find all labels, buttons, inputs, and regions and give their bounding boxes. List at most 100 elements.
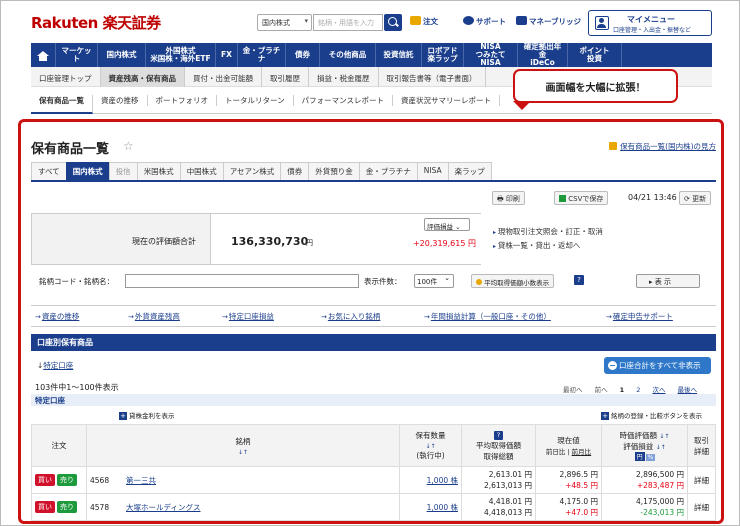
tab-7[interactable]: 外貨預り金	[308, 162, 360, 180]
link-favorites[interactable]: お気に入り銘柄	[321, 311, 381, 322]
link-specific-pl[interactable]: 特定口座損益	[222, 311, 274, 322]
gnav-item-5[interactable]: 債券	[286, 43, 320, 67]
buy-button[interactable]: 買い	[35, 501, 55, 513]
subnav2-item-3[interactable]: トータルリターン	[217, 95, 294, 106]
gnav-item-3[interactable]: FX	[216, 43, 238, 67]
subnav-item-0[interactable]: 口座管理トップ	[31, 67, 101, 87]
question-icon[interactable]: ?	[574, 275, 584, 285]
search-input[interactable]: 銘柄・用語を入力	[313, 14, 383, 31]
gnav-item-4[interactable]: 金・プラチナ	[238, 43, 286, 67]
tree-link[interactable]: 特定口座	[43, 361, 73, 370]
link-annual-pl[interactable]: 年間損益計算（一般口座・その他）	[424, 311, 551, 322]
home-icon[interactable]	[31, 43, 56, 67]
sort-icon[interactable]: ↓↑	[659, 433, 669, 440]
tab-3[interactable]: 米国株式	[136, 162, 181, 180]
help-link[interactable]: 保有商品一覧(国内株)の見方	[609, 141, 716, 152]
pager-prev[interactable]: 前へ	[595, 386, 608, 394]
subnav-item-4[interactable]: 損益・税金履歴	[309, 67, 379, 87]
col-name[interactable]: 銘柄 ↓↑	[86, 424, 400, 467]
order-inquiry-link[interactable]: 現物取引注文照会・訂正・取消	[493, 225, 603, 239]
pager-last[interactable]: 最後へ	[678, 386, 698, 394]
subnav-item-3[interactable]: 取引履歴	[262, 67, 309, 87]
gnav-item-1[interactable]: 国内株式	[98, 43, 146, 67]
compare-toggle[interactable]: 銘柄の登録・比較ボタンを表示	[601, 410, 702, 420]
tab-10[interactable]: 楽ラップ	[447, 162, 492, 180]
col-qty[interactable]: 保有数量 ↓↑ (執行中)	[399, 424, 462, 467]
gnav-item-11[interactable]: ポイント 投資	[568, 43, 622, 67]
pager-first[interactable]: 最初へ	[563, 386, 583, 394]
csv-button[interactable]: CSVで保存	[554, 191, 609, 205]
link-tax-support[interactable]: 確定申告サポート	[606, 311, 673, 322]
sell-button[interactable]: 売り	[57, 474, 77, 486]
col-value[interactable]: 時価評価額 ↓↑ 評価損益 ↓↑ 円%	[601, 424, 688, 467]
gnav-item-9[interactable]: NISA つみたてNISA	[464, 42, 518, 67]
rakuten-logo[interactable]: Rakuten 楽天証券	[31, 12, 161, 33]
subnav-item-1[interactable]: 資産残高・保有商品	[100, 67, 185, 87]
tab-1[interactable]: 国内株式	[65, 162, 110, 180]
pager-page-2[interactable]: 2	[636, 386, 640, 394]
col-avg[interactable]: ? 平均取得価額 取得総額	[461, 424, 536, 467]
gnav-item-6[interactable]: その他商品	[320, 43, 376, 67]
subnav2-item-2[interactable]: ポートフォリオ	[148, 95, 217, 106]
gnav-item-7[interactable]: 投資信託	[376, 43, 422, 67]
stock-name[interactable]: 第一三共	[126, 476, 156, 485]
show-button[interactable]: ▸ 表 示	[636, 274, 700, 288]
pl-select[interactable]: 評価損益 ⌄	[424, 218, 470, 231]
subnav-item-2[interactable]: 買付・出金可能額	[185, 67, 262, 87]
yen-toggle[interactable]: 円	[634, 452, 645, 461]
col-price[interactable]: 現在値 前日比 | 前月比	[535, 424, 602, 467]
tab-4[interactable]: 中国株式	[179, 162, 224, 180]
pct-toggle[interactable]: %	[645, 454, 656, 461]
link-foreign-assets[interactable]: 外貨資産残高	[128, 311, 180, 322]
subnav2-item-1[interactable]: 資産の推移	[93, 95, 148, 106]
search-icon[interactable]	[384, 14, 402, 31]
market-select[interactable]: 国内株式	[257, 14, 312, 31]
tab-2[interactable]: 投信	[108, 162, 138, 180]
sort-icon[interactable]: ↓↑	[238, 449, 248, 456]
subnav2-item-5[interactable]: 資産状況サマリーレポート	[393, 95, 500, 106]
col-order: 注文	[31, 424, 87, 467]
bell-icon	[410, 16, 421, 25]
my-menu-button[interactable]: マイメニュー 口座管理・入出金・振替など	[588, 10, 712, 36]
avg-decimal-toggle[interactable]: 平均取得価額小数表示	[471, 274, 555, 288]
refresh-icon: ⟳	[684, 195, 690, 203]
pager-page-1[interactable]: 1	[620, 386, 625, 394]
tab-8[interactable]: 金・プラチナ	[358, 162, 418, 180]
detail-link[interactable]: 詳細	[694, 503, 709, 512]
support-link[interactable]: サポート	[463, 16, 506, 27]
pager-next[interactable]: 次へ	[652, 386, 665, 394]
avg-total: 2,613,013 円	[483, 481, 532, 490]
qty[interactable]: 1,000 株	[427, 476, 458, 485]
lending-link[interactable]: 貸株一覧・貸出・返却へ	[493, 239, 603, 253]
sort-icon[interactable]: ↓↑	[425, 443, 435, 450]
link-asset-history[interactable]: 資産の推移	[35, 311, 80, 322]
tab-6[interactable]: 債券	[280, 162, 310, 180]
detail-link[interactable]: 詳細	[694, 476, 709, 485]
gnav-item-8[interactable]: ロボアド 楽ラップ	[422, 43, 464, 67]
order-link[interactable]: 注文	[410, 16, 438, 27]
buy-button[interactable]: 買い	[35, 474, 55, 486]
qty[interactable]: 1,000 株	[427, 503, 458, 512]
question-icon[interactable]: ?	[494, 430, 503, 440]
pager: 最初へ 前へ 1 2 次へ 最後へ	[563, 384, 707, 394]
money-bridge-link[interactable]: マネーブリッジ	[516, 16, 581, 27]
sort-icon[interactable]: ↓↑	[656, 444, 666, 451]
print-button[interactable]: 🖶 印刷	[492, 191, 525, 205]
refresh-button[interactable]: ⟳ 更新	[679, 191, 712, 205]
tab-5[interactable]: アセアン株式	[222, 162, 282, 180]
gnav-item-0[interactable]: マーケット	[56, 43, 98, 67]
count-select[interactable]: 100件	[414, 274, 454, 288]
star-icon[interactable]: ☆	[123, 139, 134, 153]
code-input[interactable]	[125, 274, 359, 288]
lend-rate-toggle[interactable]: 貸株金利を表示	[119, 410, 175, 420]
tab-0[interactable]: すべて	[31, 162, 67, 180]
stock-name[interactable]: 大塚ホールディングス	[126, 503, 200, 512]
subnav-item-5[interactable]: 取引報告書等（電子書面）	[379, 67, 486, 87]
hide-all-button[interactable]: − 口座合計をすべて非表示	[604, 357, 711, 374]
subnav2-item-0[interactable]: 保有商品一覧	[31, 95, 93, 114]
gnav-item-10[interactable]: 確定拠出年金 iDeCo	[518, 42, 568, 67]
gnav-item-2[interactable]: 外国株式 米国株・海外ETF	[146, 43, 216, 67]
subnav2-item-4[interactable]: パフォーマンスレポート	[294, 95, 393, 106]
tab-9[interactable]: NISA	[416, 162, 449, 180]
sell-button[interactable]: 売り	[57, 501, 77, 513]
